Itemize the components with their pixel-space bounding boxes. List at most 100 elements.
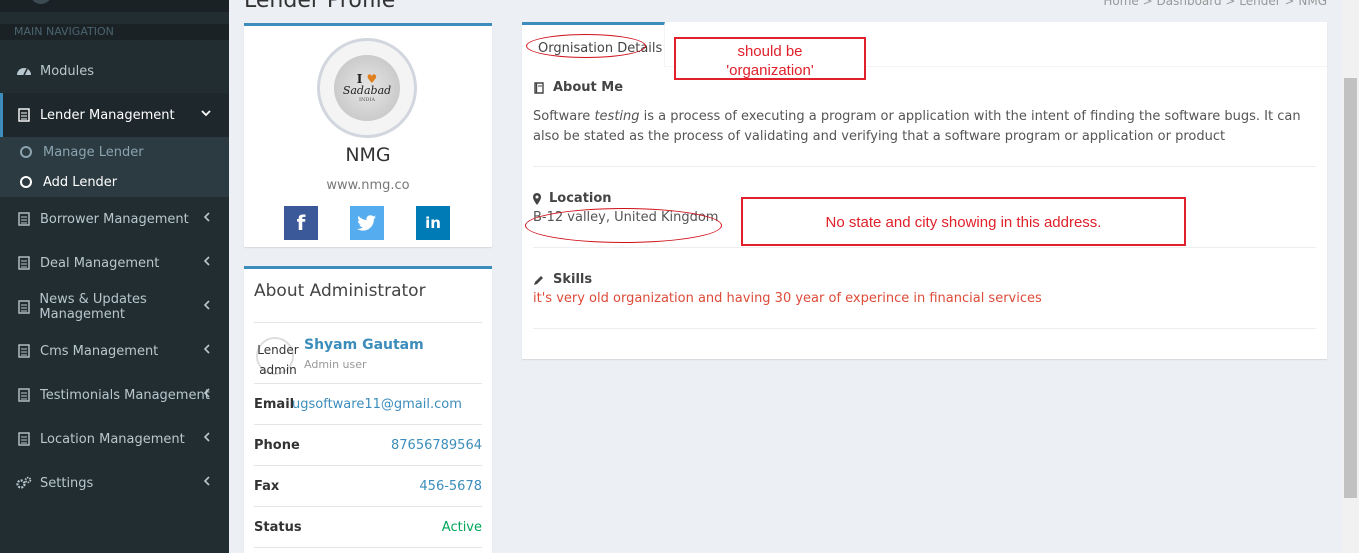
annotation-ellipse-tab <box>526 34 646 58</box>
chevron-down-icon <box>201 107 211 122</box>
divider <box>254 424 482 425</box>
fax-label: Fax <box>254 479 280 494</box>
profile-logo: I ♥ Sadabad INDIA <box>317 38 417 138</box>
circle-icon <box>20 176 32 188</box>
sidebar-item-location-management[interactable]: Location Management <box>0 417 229 461</box>
list-icon <box>16 387 32 403</box>
profile-website[interactable]: www.nmg.co <box>244 178 492 193</box>
annotation-note-line2: 'organization' <box>726 62 814 79</box>
location-heading: Location <box>533 191 612 206</box>
gears-icon <box>16 475 32 491</box>
facebook-icon: f <box>296 211 306 235</box>
submenu-item-add-lender[interactable]: Add Lender <box>0 167 229 197</box>
breadcrumb[interactable]: Home > Dashboard > Lender > NMG <box>1103 0 1327 8</box>
divider <box>533 247 1316 248</box>
circle-icon <box>20 146 32 158</box>
logo-text-country: INDIA <box>359 97 375 103</box>
sidebar-item-label: Settings <box>40 475 94 491</box>
submenu-item-label: Add Lender <box>43 174 118 190</box>
sidebar-item-label: Deal Management <box>40 255 160 271</box>
dashboard-icon <box>16 63 32 79</box>
page-scrollbar[interactable] <box>1342 0 1359 553</box>
admin-box-title: About Administrator <box>254 281 426 301</box>
divider <box>533 166 1316 167</box>
list-icon <box>16 211 32 227</box>
sidebar-item-cms-management[interactable]: Cms Management <box>0 329 229 373</box>
linkedin-button[interactable]: in <box>416 206 450 240</box>
annotation-note-spelling: should be 'organization' <box>674 37 866 80</box>
sidebar-item-label: Lender Management <box>40 107 175 123</box>
submenu-item-manage-lender[interactable]: Manage Lender <box>0 137 229 167</box>
sidebar-item-label: News & Updates Management <box>39 292 147 322</box>
divider <box>533 328 1316 329</box>
page-title: Lender Profile <box>244 0 396 13</box>
divider <box>254 506 482 507</box>
chevron-left-icon <box>203 475 211 490</box>
list-icon <box>16 431 32 447</box>
lender-submenu: Manage Lender Add Lender <box>0 137 229 197</box>
about-administrator-box: About Administrator Lender admin Shyam G… <box>244 266 492 553</box>
about-prefix: Software <box>533 109 595 124</box>
fax-value[interactable]: 456-5678 <box>419 479 482 494</box>
sidebar-item-label: Testimonials Management <box>40 387 210 403</box>
skills-text: it's very old organization and having 30… <box>533 291 1042 306</box>
chevron-left-icon <box>203 211 211 226</box>
annotation-note-address: No state and city showing in this addres… <box>741 197 1186 246</box>
about-me-heading: About Me <box>533 80 623 95</box>
scrollbar-thumb[interactable] <box>1344 78 1357 498</box>
about-me-title: About Me <box>553 80 624 95</box>
annotation-ellipse-location <box>525 208 722 243</box>
sidebar-item-label: Modules <box>40 63 95 79</box>
submenu-item-label: Manage Lender <box>43 144 144 160</box>
facebook-button[interactable]: f <box>284 206 318 240</box>
book-icon <box>533 81 545 94</box>
chevron-left-icon <box>203 387 211 402</box>
linkedin-icon: in <box>425 214 441 232</box>
logo-text-name: Sadabad <box>342 84 392 97</box>
about-emphasis: testing <box>594 109 640 124</box>
status-badge: Active <box>441 520 482 535</box>
sidebar-item-lender-management[interactable]: Lender Management <box>0 93 229 137</box>
location-title: Location <box>549 191 612 206</box>
chevron-left-icon <box>203 299 211 314</box>
divider <box>254 383 482 384</box>
divider <box>254 547 482 548</box>
profile-name: NMG <box>345 144 391 166</box>
sidebar-item-label: Cms Management <box>40 343 159 359</box>
about-me-text: Software testing is a process of executi… <box>533 107 1318 147</box>
phone-label: Phone <box>254 438 300 453</box>
email-label: Email <box>254 397 295 412</box>
map-marker-icon <box>533 192 541 205</box>
avatar-alt-text: Lender admin <box>257 343 299 377</box>
sidebar: MAIN NAVIGATION Modules Lender Managemen… <box>0 0 229 553</box>
status-label: Status <box>254 520 302 535</box>
list-icon <box>16 255 32 271</box>
annotation-note-line1: should be <box>737 43 803 60</box>
sidebar-item-borrower-management[interactable]: Borrower Management <box>0 197 229 241</box>
phone-value[interactable]: 87656789564 <box>391 438 482 453</box>
chevron-left-icon <box>203 255 211 270</box>
skills-title: Skills <box>553 272 593 287</box>
list-icon <box>16 343 32 359</box>
nav-header: MAIN NAVIGATION <box>0 24 229 40</box>
skills-heading: Skills <box>533 272 592 287</box>
email-value[interactable]: ugsoftware11@gmail.com <box>292 397 462 412</box>
sidebar-item-testimonials-management[interactable]: Testimonials Management <box>0 373 229 417</box>
chevron-left-icon <box>203 343 211 358</box>
list-icon <box>16 107 32 123</box>
chevron-left-icon <box>203 431 211 446</box>
sidebar-item-label: Location Management <box>40 431 185 447</box>
sidebar-item-news-updates-management[interactable]: News & Updates Management <box>0 285 229 329</box>
sidebar-item-settings[interactable]: Settings <box>0 461 229 505</box>
admin-name[interactable]: Shyam Gautam <box>304 337 424 353</box>
pencil-icon <box>533 274 545 286</box>
list-icon <box>16 299 31 315</box>
sidebar-item-modules[interactable]: Modules <box>0 49 229 93</box>
about-rest: is a process of executing a program or a… <box>533 109 1301 144</box>
twitter-icon <box>357 215 376 231</box>
admin-role: Admin user <box>304 358 367 371</box>
user-avatar <box>30 0 52 4</box>
sidebar-item-deal-management[interactable]: Deal Management <box>0 241 229 285</box>
divider <box>254 465 482 466</box>
twitter-button[interactable] <box>350 206 384 240</box>
